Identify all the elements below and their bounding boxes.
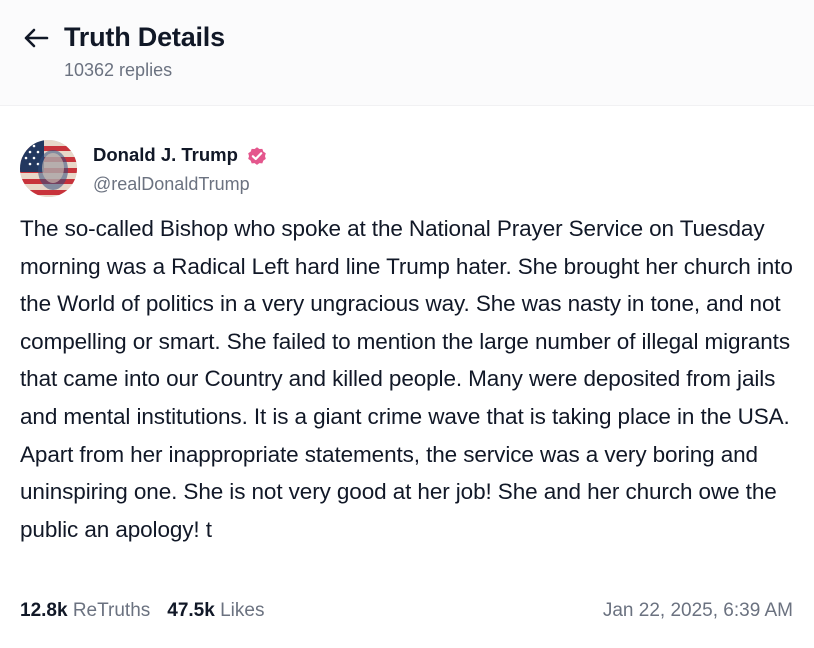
author-name[interactable]: Donald J. Trump <box>93 144 238 166</box>
post-timestamp: Jan 22, 2025, 6:39 AM <box>602 600 793 621</box>
author-handle[interactable]: @realDonaldTrump <box>93 174 250 195</box>
likes-stat[interactable]: 47.5k Likes <box>167 600 264 622</box>
avatar[interactable] <box>20 140 77 197</box>
retruths-stat[interactable]: 12.8k ReTruths <box>20 600 150 622</box>
likes-label: Likes <box>220 600 265 621</box>
verified-badge-icon <box>248 147 266 165</box>
back-button[interactable] <box>22 24 50 52</box>
retruths-label: ReTruths <box>72 600 151 621</box>
arrow-left-icon <box>24 28 49 48</box>
page-header: Truth Details 10362 replies <box>0 0 814 105</box>
post-stats: 12.8k ReTruths 47.5k Likes <box>20 600 264 622</box>
page-title: Truth Details <box>64 22 225 52</box>
header-divider <box>0 105 814 106</box>
replies-count: 10362 replies <box>64 60 173 80</box>
post-body: The so-called Bishop who spoke at the Na… <box>20 216 793 542</box>
retruths-count: 12.8k <box>20 600 68 621</box>
likes-count: 47.5k <box>167 600 215 621</box>
